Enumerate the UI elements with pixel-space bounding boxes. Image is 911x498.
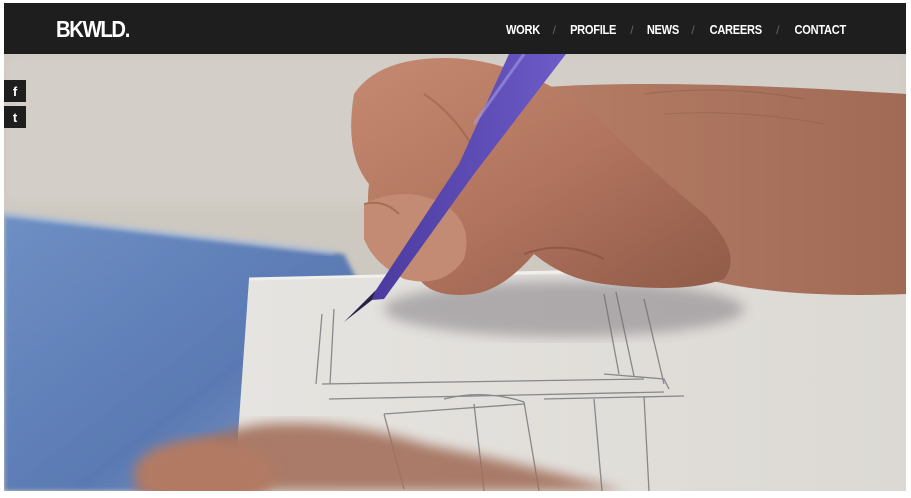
social-links: f t bbox=[4, 80, 26, 132]
nav-separator: / bbox=[691, 22, 695, 37]
facebook-icon[interactable]: f bbox=[4, 80, 26, 102]
nav-work[interactable]: WORK bbox=[506, 22, 540, 37]
nav-news[interactable]: NEWS bbox=[646, 22, 678, 37]
main-nav: WORK / PROFILE / NEWS / CAREERS / CONTAC… bbox=[503, 22, 850, 37]
nav-profile[interactable]: PROFILE bbox=[570, 22, 616, 37]
twitter-icon[interactable]: t bbox=[4, 106, 26, 128]
hero-photo-illustration bbox=[4, 54, 906, 491]
nav-separator: / bbox=[776, 22, 780, 37]
nav-careers[interactable]: CAREERS bbox=[709, 22, 762, 37]
page-frame: f t BKWLD. WORK / PROFILE / NEWS / CAREE… bbox=[4, 3, 906, 491]
hero-image bbox=[4, 54, 906, 491]
logo[interactable]: BKWLD. bbox=[56, 16, 130, 43]
header-bar: BKWLD. WORK / PROFILE / NEWS / CAREERS /… bbox=[4, 3, 906, 54]
nav-contact[interactable]: CONTACT bbox=[794, 22, 846, 37]
nav-separator: / bbox=[630, 22, 634, 37]
nav-separator: / bbox=[552, 22, 556, 37]
